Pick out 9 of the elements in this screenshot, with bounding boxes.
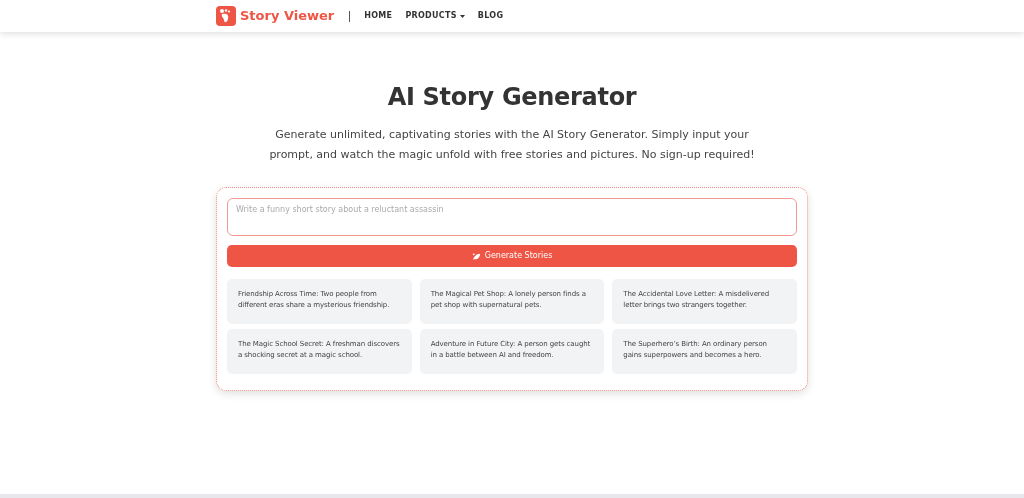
page-description: Generate unlimited, captivating stories with the AI Story Generator. Simply input your prompt, and watch the magic unfold with free stories and pictures. No sign-up required! xyxy=(268,127,756,163)
caret-icon xyxy=(459,14,465,18)
prompt-field[interactable]: Write a funny short story about a reluctant assassin xyxy=(227,198,797,236)
nav-link[interactable]: PRODUCTS xyxy=(405,10,465,22)
nav-link[interactable]: HOME xyxy=(364,10,393,22)
footprint-logo-icon xyxy=(216,6,236,26)
page-title: AI Story Generator xyxy=(387,82,637,113)
feather-icon xyxy=(471,251,481,261)
nav-link[interactable]: BLOG xyxy=(477,10,504,22)
